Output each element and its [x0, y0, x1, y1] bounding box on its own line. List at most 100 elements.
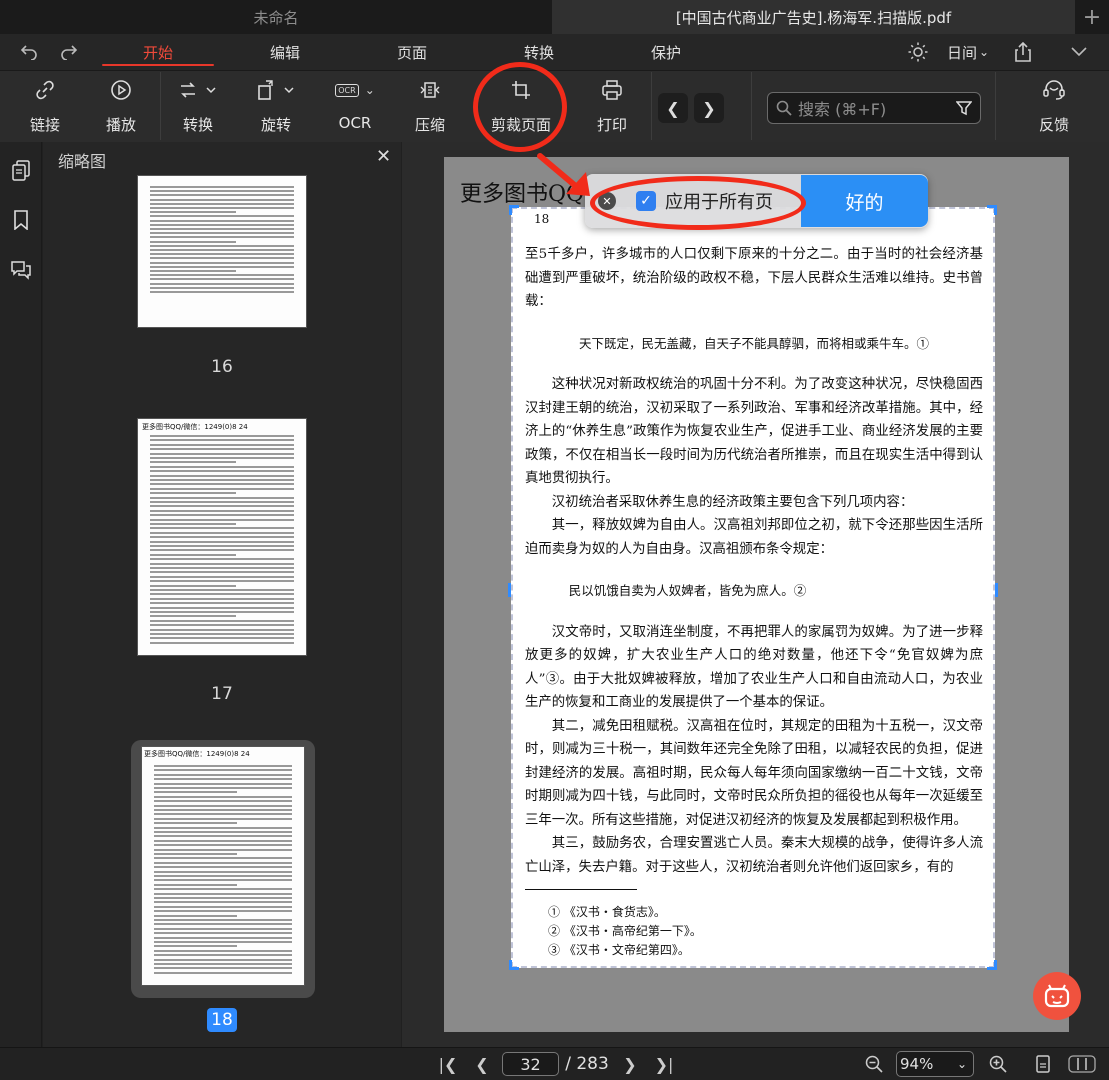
next-result-button[interactable]: ❯	[694, 93, 724, 123]
collapse-toolbar-icon[interactable]	[1067, 34, 1091, 70]
thumbnail-text-line	[154, 817, 292, 820]
page-number-input[interactable]: 32	[502, 1052, 559, 1076]
thumbnail-page-16[interactable]	[137, 175, 307, 328]
thumbnail-text-line	[154, 844, 292, 847]
compress-icon	[420, 72, 440, 108]
theme-selector[interactable]: 日间 ⌄	[947, 34, 989, 70]
rotate-label: 旋转	[260, 116, 291, 134]
new-tab-button[interactable]: +	[1075, 0, 1109, 34]
thumbnail-text-line	[154, 954, 292, 957]
crop-handle-top-right[interactable]	[987, 205, 997, 215]
search-input[interactable]: 搜索 (⌘+F)	[767, 92, 981, 124]
page-number-label: 18	[534, 212, 550, 226]
link-tool[interactable]: 链接	[8, 72, 82, 140]
thumbnail-text-line	[150, 452, 294, 455]
thumbnail-text-line	[150, 628, 294, 631]
tab-pdf-document[interactable]: [中国古代商业广告史].杨海军.扫描版.pdf	[552, 0, 1075, 34]
next-page-icon[interactable]: ❯	[620, 1050, 640, 1078]
robot-icon	[1044, 984, 1070, 1008]
play-label: 播放	[105, 116, 136, 134]
crop-handle-left[interactable]	[508, 583, 511, 597]
zoom-select[interactable]: 94% ⌄	[896, 1051, 974, 1077]
annotation-circle-checkbox	[590, 176, 806, 230]
filter-icon[interactable]	[956, 100, 972, 116]
thumbnail-text-line	[154, 879, 292, 882]
zoom-in-icon[interactable]	[986, 1050, 1010, 1078]
play-tool[interactable]: 播放	[84, 72, 158, 140]
multi-page-view-icon[interactable]	[1064, 1050, 1100, 1078]
assistant-robot-button[interactable]	[1033, 972, 1081, 1020]
thumbnail-text-line	[154, 861, 292, 864]
single-page-view-icon[interactable]	[1032, 1050, 1054, 1078]
feedback-label: 反馈	[1038, 116, 1069, 134]
feedback-tool[interactable]: 反馈	[1017, 72, 1091, 140]
thumbnail-text-line	[154, 857, 292, 860]
previous-result-button[interactable]: ❮	[658, 93, 688, 123]
first-page-icon[interactable]: |❮	[438, 1050, 458, 1078]
previous-page-icon[interactable]: ❮	[472, 1050, 492, 1078]
thumbnail-text-line	[150, 202, 294, 205]
thumbnail-text-line	[154, 923, 292, 926]
thumbnail-text-line	[154, 822, 237, 825]
redo-icon[interactable]	[58, 34, 80, 70]
brightness-icon[interactable]	[906, 34, 930, 70]
thumbnail-text-line	[154, 839, 292, 842]
thumbnail-text-line	[150, 531, 294, 534]
thumbnail-text-line	[150, 509, 294, 512]
theme-label: 日间	[947, 43, 978, 62]
thumbnail-page-number-selected: 18	[207, 1008, 237, 1032]
thumbnail-text-line	[150, 282, 294, 285]
thumbnail-text-line	[154, 941, 292, 943]
close-icon[interactable]: ✕	[376, 146, 391, 167]
footnotes: ① 《汉书・食货志》。 ② 《汉书・高帝纪第一下》。 ③ 《汉书・文帝纪第四》。	[548, 903, 702, 960]
ocr-tool[interactable]: OCR ⌄ OCR	[318, 72, 392, 140]
footnote: ③ 《汉书・文帝纪第四》。	[548, 943, 690, 957]
total-pages: / 283	[565, 1054, 609, 1074]
thumbnail-page-18[interactable]: 更多图书QQ/微信：1249(0)8 24	[141, 746, 305, 986]
thumbnail-text-line	[150, 219, 294, 222]
thumbnail-page-17[interactable]: 更多图书QQ/微信：1249(0)8 24	[137, 418, 307, 656]
share-icon[interactable]	[1011, 34, 1035, 70]
menu-page[interactable]: 页面	[397, 34, 427, 70]
comments-icon[interactable]	[8, 257, 34, 283]
thumbnail-text-line	[150, 186, 294, 188]
bookmark-icon[interactable]	[8, 207, 34, 233]
thumbnail-text-line	[150, 211, 237, 214]
thumbnail-text-line	[150, 465, 294, 468]
quotation: 民以饥饿自卖为人奴婢者，皆免为庶人。②	[568, 583, 807, 598]
thumbnail-text-line	[150, 527, 294, 530]
thumbnail-text-line	[150, 593, 294, 596]
thumbnail-text-line	[150, 439, 294, 442]
thumbnail-text-line	[150, 558, 294, 561]
crop-handle-right[interactable]	[995, 583, 998, 597]
thumbnail-text-line	[154, 883, 237, 886]
footnote: ② 《汉书・高帝纪第一下》。	[548, 924, 702, 938]
menu-protect[interactable]: 保护	[651, 34, 681, 70]
crop-handle-bottom-right[interactable]	[987, 960, 997, 970]
thumbnail-text-line	[150, 641, 294, 644]
thumbnail-text-line	[154, 927, 292, 930]
thumbnail-text-line	[154, 905, 292, 908]
rotate-tool[interactable]: 旋转	[239, 72, 313, 140]
rotate-arrows-icon	[178, 72, 218, 108]
ok-button[interactable]: 好的	[801, 175, 928, 227]
crop-handle-top-left[interactable]	[509, 205, 519, 215]
transform-tool[interactable]: 转换	[161, 72, 235, 140]
thumbnail-text-line	[150, 457, 294, 459]
print-tool[interactable]: 打印	[575, 72, 649, 140]
toolbar-separator	[995, 72, 996, 140]
thumbnail-text-line	[150, 479, 294, 481]
undo-icon[interactable]	[18, 34, 40, 70]
thumbnail-text-line	[150, 474, 294, 477]
print-label: 打印	[596, 116, 627, 134]
last-page-icon[interactable]: ❯|	[652, 1050, 676, 1078]
zoom-out-icon[interactable]	[862, 1050, 886, 1078]
rotate-page-icon	[256, 72, 296, 108]
thumbnails-icon[interactable]	[8, 158, 34, 184]
ocr-icon: OCR ⌄	[335, 72, 375, 108]
crop-handle-bottom-left[interactable]	[509, 960, 519, 970]
menu-edit[interactable]: 编辑	[270, 34, 300, 70]
compress-tool[interactable]: 压缩	[393, 72, 467, 140]
tab-untitled[interactable]: 未命名	[0, 0, 552, 34]
thumbnail-text-line	[150, 190, 294, 193]
